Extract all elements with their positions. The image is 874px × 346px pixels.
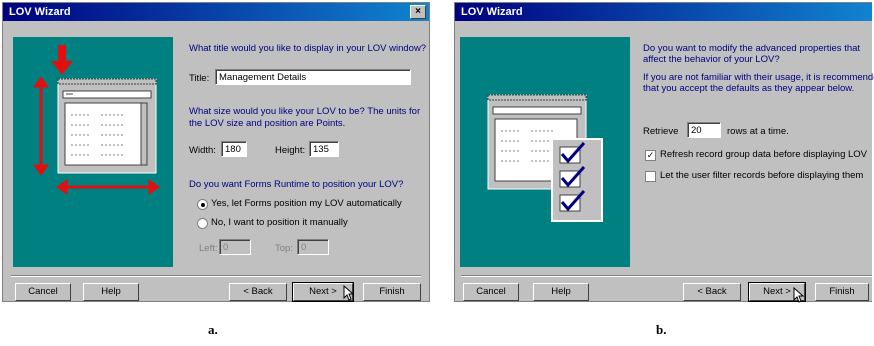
- filter-checkbox[interactable]: [645, 171, 656, 182]
- refresh-checkbox[interactable]: ✓: [645, 150, 656, 161]
- lov-wizard-window-a: LOV Wizard × What title would you like t…: [2, 2, 430, 302]
- retrieve-suffix: rows at a time.: [727, 126, 789, 137]
- width-arrow-icon: [56, 179, 160, 195]
- title-bar[interactable]: LOV Wizard ×: [3, 3, 429, 21]
- button-separator: [11, 275, 421, 277]
- left-label: Left:: [199, 243, 218, 254]
- advanced-question-line2: affect the behavior of your LOV?: [643, 54, 780, 65]
- height-arrow-icon: [33, 76, 49, 176]
- window-title: LOV Wizard: [461, 6, 523, 18]
- finish-button[interactable]: Finish: [363, 283, 421, 301]
- mouse-cursor-icon: [793, 287, 805, 303]
- window-mockup-icon: [57, 78, 157, 174]
- radio-auto-label: Yes, let Forms position my LOV automatic…: [211, 198, 402, 209]
- height-label: Height:: [275, 145, 306, 156]
- info-line1: If you are not familiar with their usage…: [643, 72, 874, 83]
- retrieve-input[interactable]: 20: [687, 122, 721, 138]
- size-question-line2: the LOV size and position are Points.: [189, 118, 346, 129]
- width-input[interactable]: 180: [221, 141, 247, 157]
- checklist-illustration: [487, 94, 603, 222]
- back-button[interactable]: < Back: [683, 283, 741, 301]
- cancel-button[interactable]: Cancel: [15, 283, 71, 301]
- size-question-line1: What size would you like your LOV to be?…: [189, 106, 421, 117]
- title-label: Title:: [189, 73, 210, 84]
- left-input[interactable]: 0: [219, 239, 251, 255]
- finish-button[interactable]: Finish: [815, 283, 869, 301]
- width-label: Width:: [189, 145, 216, 156]
- illustration-panel: [460, 37, 630, 267]
- mouse-cursor-icon: [343, 285, 355, 301]
- radio-manual-label: No, I want to position it manually: [211, 217, 348, 228]
- position-question: Do you want Forms Runtime to position yo…: [189, 179, 404, 190]
- illustration-panel: [13, 37, 173, 267]
- height-input[interactable]: 135: [309, 141, 339, 157]
- close-button[interactable]: ×: [410, 5, 426, 19]
- radio-auto-position[interactable]: [197, 199, 208, 210]
- back-button[interactable]: < Back: [229, 283, 287, 301]
- window-title: LOV Wizard: [9, 6, 71, 18]
- top-label: Top:: [275, 243, 293, 254]
- top-input[interactable]: 0: [297, 239, 329, 255]
- title-input[interactable]: Management Details: [215, 69, 411, 85]
- filter-checkbox-label: Let the user filter records before displ…: [660, 170, 864, 181]
- advanced-question-line1: Do you want to modify the advanced prope…: [643, 43, 861, 54]
- lov-size-illustration: [33, 45, 160, 195]
- down-arrow-icon: [51, 45, 73, 75]
- refresh-checkbox-label: Refresh record group data before display…: [660, 149, 868, 160]
- title-bar[interactable]: LOV Wizard: [455, 3, 872, 21]
- button-separator: [461, 275, 872, 277]
- caption-b: b.: [656, 322, 667, 337]
- radio-manual-position[interactable]: [197, 218, 208, 229]
- checklist-icon: [551, 138, 603, 222]
- retrieve-label: Retrieve: [643, 126, 679, 137]
- title-question: What title would you like to display in …: [189, 43, 427, 54]
- help-button[interactable]: Help: [83, 283, 139, 301]
- info-line2: that you accept the defaults as they app…: [643, 83, 855, 94]
- caption-a: a.: [208, 322, 218, 337]
- help-button[interactable]: Help: [533, 283, 589, 301]
- lov-wizard-window-b: LOV Wizard Do you want to modify the adv…: [454, 2, 874, 303]
- cancel-button[interactable]: Cancel: [463, 283, 519, 301]
